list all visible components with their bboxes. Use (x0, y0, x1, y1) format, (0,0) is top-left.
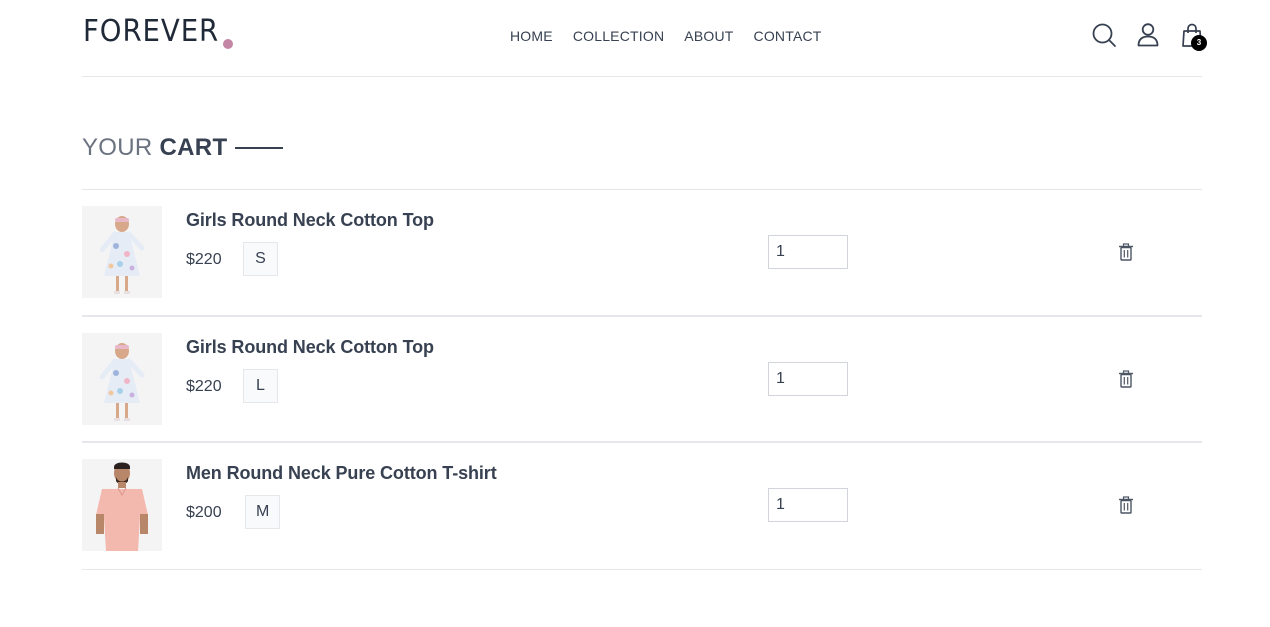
header-icons: 3 (1090, 21, 1207, 55)
trash-icon[interactable] (1116, 242, 1136, 262)
quantity-input[interactable] (768, 361, 848, 396)
product-price: $200 (186, 504, 222, 521)
trash-icon[interactable] (1116, 369, 1136, 389)
nav-contact[interactable]: CONTACT (754, 27, 822, 45)
logo-dot (223, 39, 233, 49)
cart-item-row: Girls Round Neck Cotton Top $220 L (82, 317, 1202, 443)
product-image[interactable] (82, 332, 162, 425)
size-badge: S (243, 242, 278, 276)
product-image[interactable] (82, 459, 162, 551)
quantity-input[interactable] (768, 488, 848, 522)
size-badge: L (243, 368, 278, 403)
main-nav: HOME COLLECTION ABOUT CONTACT (510, 27, 842, 45)
quantity-input[interactable] (768, 235, 848, 269)
product-name[interactable]: Girls Round Neck Cotton Top (186, 337, 434, 358)
cart-item-row: Men Round Neck Pure Cotton T-shirt $200 … (82, 443, 1202, 570)
cart-item-row: Girls Round Neck Cotton Top $220 S (82, 190, 1202, 317)
page-title-light: YOUR (82, 134, 153, 161)
nav-about[interactable]: ABOUT (684, 27, 733, 45)
page-title: YOUR CART (82, 134, 284, 162)
trash-icon[interactable] (1116, 495, 1136, 515)
product-name[interactable]: Men Round Neck Pure Cotton T-shirt (186, 463, 497, 484)
cart-count-badge: 3 (1191, 35, 1207, 51)
title-underline-decoration (235, 147, 284, 149)
site-header: FOREVER HOME COLLECTION ABOUT CONTACT 3 (82, 0, 1207, 77)
product-image[interactable] (82, 206, 162, 298)
nav-home[interactable]: HOME (510, 27, 553, 45)
nav-collection[interactable]: COLLECTION (573, 27, 664, 45)
cart-list: Girls Round Neck Cotton Top $220 S Girls… (82, 189, 1202, 570)
product-price: $220 (186, 377, 222, 395)
shopping-bag-icon[interactable]: 3 (1178, 21, 1207, 51)
product-price: $220 (186, 251, 222, 268)
user-icon[interactable] (1134, 21, 1162, 49)
logo-text: FOREVER (83, 14, 220, 49)
brand-logo[interactable]: FOREVER (83, 14, 233, 50)
product-name[interactable]: Girls Round Neck Cotton Top (186, 210, 434, 231)
size-badge: M (245, 495, 281, 529)
search-icon[interactable] (1090, 21, 1118, 49)
page-title-bold: CART (159, 134, 228, 161)
